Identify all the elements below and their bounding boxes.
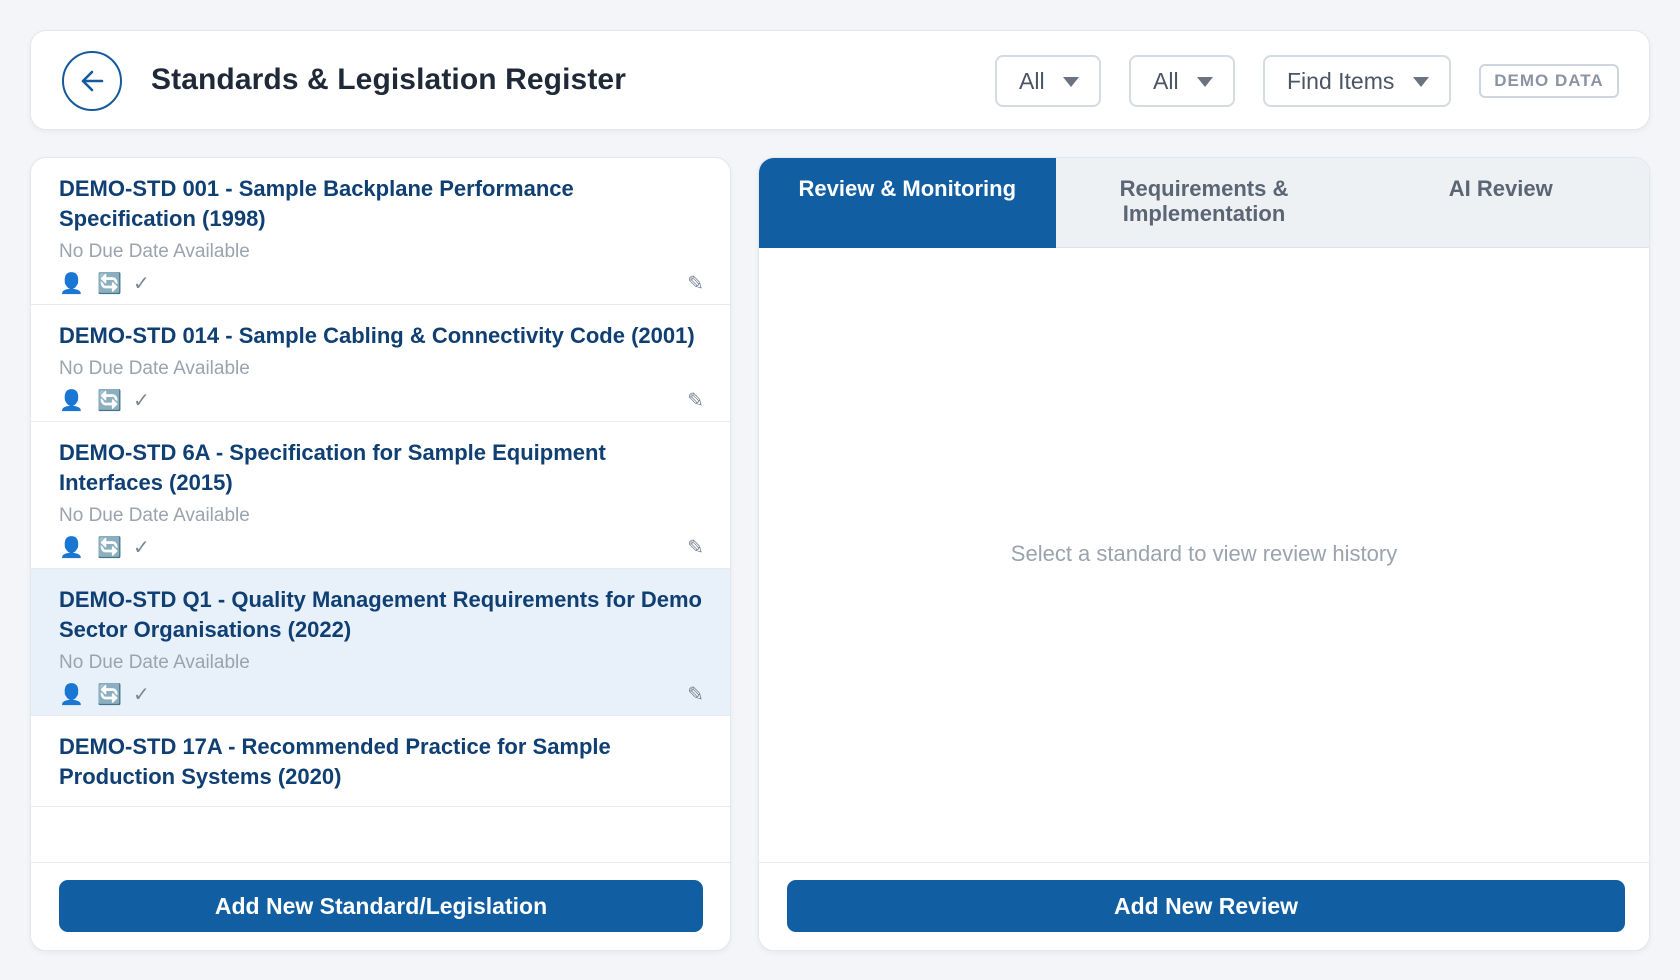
chevron-down-icon [1413,77,1429,87]
check-icon[interactable]: ✓ [133,389,150,413]
arrow-left-icon [81,70,104,92]
standard-due-date: No Due Date Available [59,241,250,262]
standard-list-item[interactable]: DEMO-STD Q1 - Quality Management Require… [31,569,730,716]
page-header: Standards & Legislation Register All All… [30,30,1650,130]
person-icon[interactable]: 👤 [59,389,84,413]
sync-icon[interactable]: 🔄 [97,389,122,413]
find-items-dropdown[interactable]: Find Items [1263,55,1451,107]
add-review-button[interactable]: Add New Review [787,880,1625,932]
standard-list-item[interactable]: DEMO-STD 014 - Sample Cabling & Connecti… [31,305,730,422]
standard-title: DEMO-STD 014 - Sample Cabling & Connecti… [59,323,695,348]
filter-dropdown-2[interactable]: All [1129,55,1235,107]
chevron-down-icon [1197,77,1213,87]
review-footer: Add New Review [759,862,1649,950]
chevron-down-icon [1063,77,1079,87]
standard-actions: 👤 🔄 ✓ ✎ [59,385,704,421]
sync-icon[interactable]: 🔄 [97,683,122,707]
detail-panel: Review & Monitoring Requirements & Implem… [758,157,1650,951]
filter-dropdown-1-value: All [1019,67,1045,94]
pencil-icon[interactable]: ✎ [687,536,704,560]
tab-ai-review[interactable]: AI Review [1352,158,1649,248]
pencil-icon[interactable]: ✎ [687,272,704,296]
check-icon[interactable]: ✓ [133,536,150,560]
standard-due-date: No Due Date Available [59,505,250,526]
standard-list-item[interactable]: DEMO-STD 001 - Sample Backplane Performa… [31,158,730,305]
find-items-value: Find Items [1287,67,1395,94]
back-button[interactable] [62,51,122,111]
detail-tabs: Review & Monitoring Requirements & Implem… [759,158,1649,248]
tab-requirements-implementation[interactable]: Requirements & Implementation [1056,158,1353,248]
person-icon[interactable]: 👤 [59,683,84,707]
sync-icon[interactable]: 🔄 [97,272,122,296]
pencil-icon[interactable]: ✎ [687,389,704,413]
standards-list[interactable]: DEMO-STD 001 - Sample Backplane Performa… [31,158,730,862]
page-title: Standards & Legislation Register [151,63,626,96]
sync-icon[interactable]: 🔄 [97,536,122,560]
person-icon[interactable]: 👤 [59,536,84,560]
list-footer: Add New Standard/Legislation [31,862,730,950]
check-icon[interactable]: ✓ [133,683,150,707]
standard-title: DEMO-STD 001 - Sample Backplane Performa… [59,176,574,231]
standard-due-date: No Due Date Available [59,358,250,379]
pencil-icon[interactable]: ✎ [687,683,704,707]
standard-title: DEMO-STD 6A - Specification for Sample E… [59,440,606,495]
standard-list-item[interactable]: DEMO-STD 17A - Recommended Practice for … [31,716,730,807]
tab-review-monitoring[interactable]: Review & Monitoring [759,158,1056,248]
add-standard-button[interactable]: Add New Standard/Legislation [59,880,703,932]
standard-actions: 👤 🔄 ✓ ✎ [59,532,704,568]
standard-due-date: No Due Date Available [59,652,250,673]
demo-data-badge: DEMO DATA [1479,64,1619,98]
filter-dropdown-1[interactable]: All [995,55,1101,107]
standard-title: DEMO-STD Q1 - Quality Management Require… [59,587,702,642]
filter-dropdown-2-value: All [1153,67,1179,94]
check-icon[interactable]: ✓ [133,272,150,296]
standards-list-panel: DEMO-STD 001 - Sample Backplane Performa… [30,157,731,951]
standard-title: DEMO-STD 17A - Recommended Practice for … [59,734,611,789]
person-icon[interactable]: 👤 [59,272,84,296]
standard-actions: 👤 🔄 ✓ ✎ [59,268,704,304]
standard-list-item[interactable]: DEMO-STD 6A - Specification for Sample E… [31,422,730,569]
empty-state-message: Select a standard to view review history [1010,541,1398,566]
standard-actions: 👤 🔄 ✓ ✎ [59,679,704,715]
